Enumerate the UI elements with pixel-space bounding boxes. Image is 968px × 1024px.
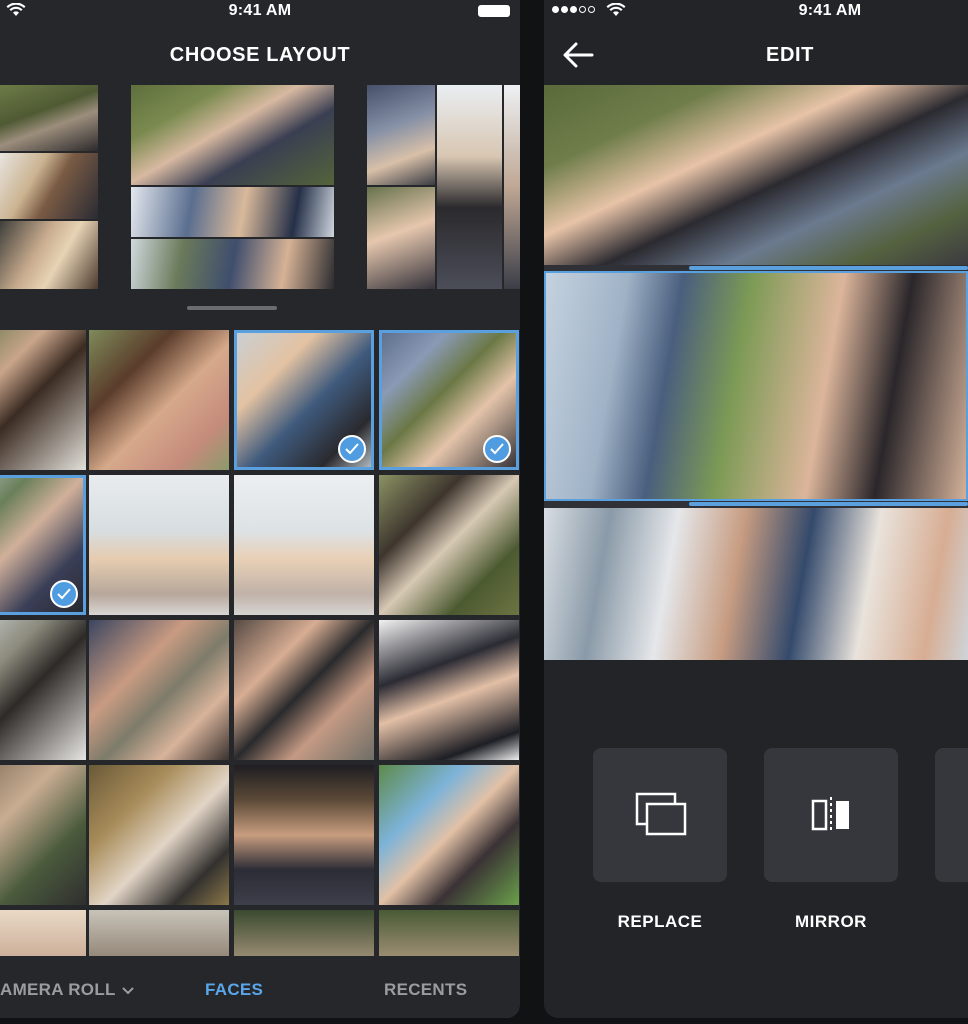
photo-thumbnail-selected[interactable] bbox=[379, 330, 519, 470]
layout-thumb-photo bbox=[437, 85, 502, 289]
photo-thumbnail[interactable] bbox=[89, 765, 229, 905]
tab-faces[interactable]: FACES bbox=[205, 980, 263, 1000]
wifi-icon bbox=[606, 3, 626, 16]
layout-thumb-photo bbox=[131, 239, 334, 289]
drag-handle[interactable] bbox=[187, 306, 277, 310]
replace-icon bbox=[635, 792, 687, 836]
layout-thumb-photo bbox=[504, 85, 520, 289]
photo-thumbnail[interactable] bbox=[0, 330, 86, 470]
mirror-icon bbox=[811, 797, 849, 833]
layout-thumb-photo bbox=[0, 153, 98, 219]
photo-thumbnail[interactable] bbox=[89, 620, 229, 760]
photo-thumbnail[interactable] bbox=[0, 765, 86, 905]
chevron-down-icon bbox=[122, 986, 135, 994]
collage-canvas bbox=[544, 85, 968, 660]
photo-thumbnail[interactable] bbox=[379, 475, 519, 615]
wifi-icon bbox=[6, 3, 26, 16]
layout-thumb-photo bbox=[131, 85, 334, 185]
divider-handle[interactable] bbox=[689, 502, 968, 506]
tab-faces-label: FACES bbox=[205, 980, 264, 999]
tab-recents[interactable]: RECENTS bbox=[384, 980, 467, 1000]
layout-options bbox=[0, 85, 520, 289]
collage-photo-middle-selected[interactable] bbox=[544, 271, 968, 501]
next-tool-button[interactable] bbox=[935, 748, 968, 882]
page-title: EDIT bbox=[766, 44, 814, 66]
replace-button[interactable] bbox=[593, 748, 727, 882]
photo-thumbnail[interactable] bbox=[234, 765, 374, 905]
photo-thumbnail-selected[interactable] bbox=[0, 475, 86, 615]
collage-photo-bottom[interactable] bbox=[544, 508, 968, 660]
photo-thumbnail[interactable] bbox=[379, 620, 519, 760]
divider-handle[interactable] bbox=[689, 266, 968, 270]
mirror-button[interactable] bbox=[764, 748, 898, 882]
back-arrow-icon[interactable] bbox=[562, 42, 594, 68]
layout-thumb-photo bbox=[367, 187, 435, 289]
checkmark-icon bbox=[50, 580, 78, 608]
layout-option-columns[interactable] bbox=[367, 85, 520, 289]
tab-camera-roll-label: AMERA ROLL bbox=[0, 980, 116, 999]
choose-layout-screen: 9:41 AM CHOOSE LAYOUT AMERA ROLL FACES R… bbox=[0, 0, 520, 1018]
layout-thumb-photo bbox=[0, 221, 98, 289]
status-time: 9:41 AM bbox=[228, 2, 292, 19]
checkmark-icon bbox=[483, 435, 511, 463]
replace-label: REPLACE bbox=[617, 912, 703, 931]
battery-icon bbox=[478, 5, 510, 17]
photo-thumbnail[interactable] bbox=[379, 765, 519, 905]
status-time: 9:41 AM bbox=[798, 2, 862, 19]
photo-thumbnail[interactable] bbox=[0, 620, 86, 760]
photo-thumbnail-selected[interactable] bbox=[234, 330, 374, 470]
layout-thumb-photo bbox=[0, 85, 98, 151]
photo-thumbnail[interactable] bbox=[89, 330, 229, 470]
photo-grid bbox=[0, 330, 520, 1018]
photo-thumbnail[interactable] bbox=[89, 475, 229, 615]
photo-thumbnail[interactable] bbox=[234, 620, 374, 760]
signal-strength-icon bbox=[552, 6, 595, 13]
page-title: CHOOSE LAYOUT bbox=[169, 44, 351, 66]
layout-option-three-rows[interactable] bbox=[0, 85, 98, 289]
collage-photo-top[interactable] bbox=[544, 85, 968, 265]
tab-camera-roll[interactable]: AMERA ROLL bbox=[0, 980, 135, 1000]
edit-screen: 9:41 AM EDIT REPLACE MIRROR bbox=[544, 0, 968, 1018]
source-tab-bar: AMERA ROLL FACES RECENTS bbox=[0, 956, 520, 1018]
tab-recents-label: RECENTS bbox=[384, 980, 468, 999]
layout-option-stacked[interactable] bbox=[131, 85, 334, 289]
layout-thumb-photo bbox=[131, 187, 334, 237]
mirror-label: MIRROR bbox=[795, 912, 867, 931]
photo-thumbnail[interactable] bbox=[234, 475, 374, 615]
layout-thumb-photo bbox=[367, 85, 435, 185]
checkmark-icon bbox=[338, 435, 366, 463]
